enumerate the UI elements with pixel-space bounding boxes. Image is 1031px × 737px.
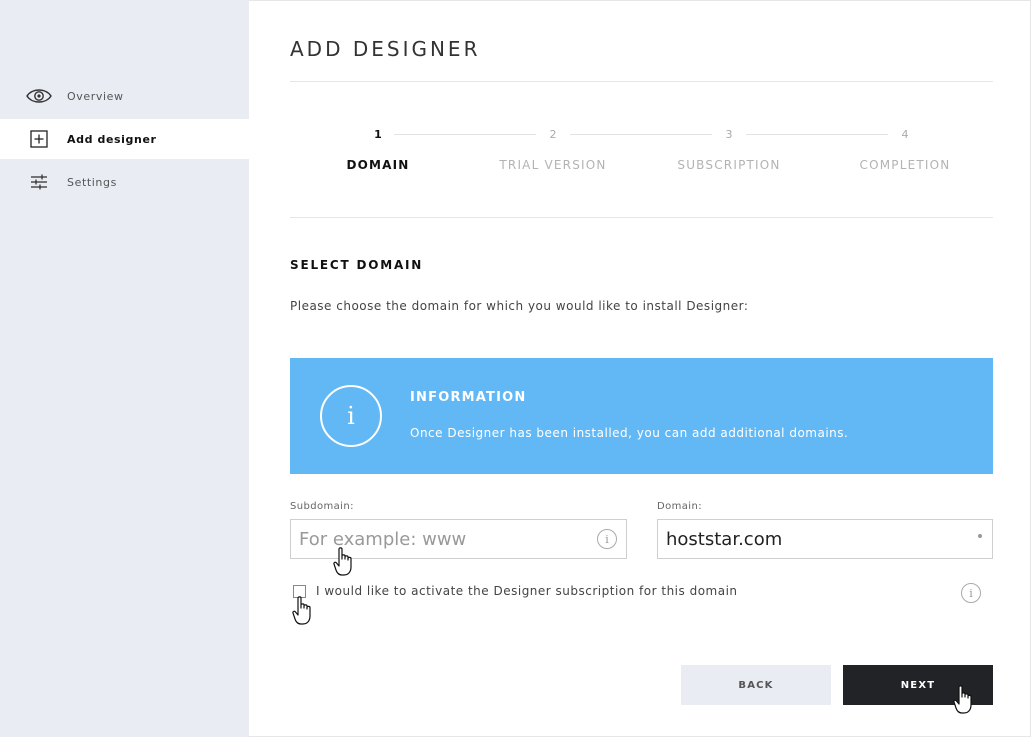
step-number-1: 1 — [374, 128, 382, 141]
info-icon[interactable]: i — [961, 583, 981, 603]
domain-input[interactable] — [658, 520, 992, 558]
step-number-3: 3 — [725, 128, 733, 141]
eye-icon — [26, 86, 52, 106]
step-number-2: 2 — [549, 128, 557, 141]
divider — [290, 81, 993, 82]
hand-cursor-icon — [333, 547, 352, 576]
sidebar-item-overview[interactable]: Overview — [0, 76, 249, 116]
info-text: Once Designer has been installed, you ca… — [410, 426, 849, 440]
subdomain-label: Subdomain: — [290, 501, 354, 512]
subscription-checkbox-label[interactable]: I would like to activate the Designer su… — [316, 584, 738, 598]
plus-square-icon — [26, 129, 52, 149]
chevron-down-icon — [978, 534, 982, 538]
domain-label: Domain: — [657, 501, 702, 512]
info-icon: i — [320, 385, 382, 447]
step-number-4: 4 — [901, 128, 909, 141]
step-connector — [394, 134, 536, 135]
sidebar-item-add-designer[interactable]: Add designer — [0, 119, 249, 159]
info-title: INFORMATION — [410, 390, 527, 405]
sidebar-item-label: Add designer — [67, 132, 157, 146]
hand-cursor-icon — [292, 596, 311, 625]
intro-text: Please choose the domain for which you w… — [290, 299, 749, 313]
step-label-domain: DOMAIN — [346, 158, 410, 172]
sidebar-item-label: Overview — [67, 89, 124, 103]
divider — [290, 217, 993, 218]
hand-cursor-icon — [953, 685, 972, 714]
sliders-icon — [26, 172, 52, 192]
info-banner: i INFORMATION Once Designer has been ins… — [290, 358, 993, 474]
section-title: SELECT DOMAIN — [290, 258, 424, 272]
step-connector — [746, 134, 888, 135]
sidebar-item-label: Settings — [67, 175, 117, 189]
step-label-completion: COMPLETION — [859, 158, 951, 172]
domain-select[interactable] — [657, 519, 993, 559]
sidebar: Overview Add designer Settings — [0, 0, 249, 737]
page-title: ADD DESIGNER — [290, 37, 481, 61]
step-label-trial-version: TRIAL VERSION — [499, 158, 607, 172]
sidebar-item-settings[interactable]: Settings — [0, 162, 249, 202]
step-connector — [570, 134, 712, 135]
step-label-subscription: SUBSCRIPTION — [677, 158, 781, 172]
info-icon[interactable]: i — [597, 529, 617, 549]
main-panel: ADD DESIGNER 1 2 3 4 DOMAIN TRIAL VERSIO… — [249, 0, 1031, 737]
back-button[interactable]: BACK — [681, 665, 831, 705]
